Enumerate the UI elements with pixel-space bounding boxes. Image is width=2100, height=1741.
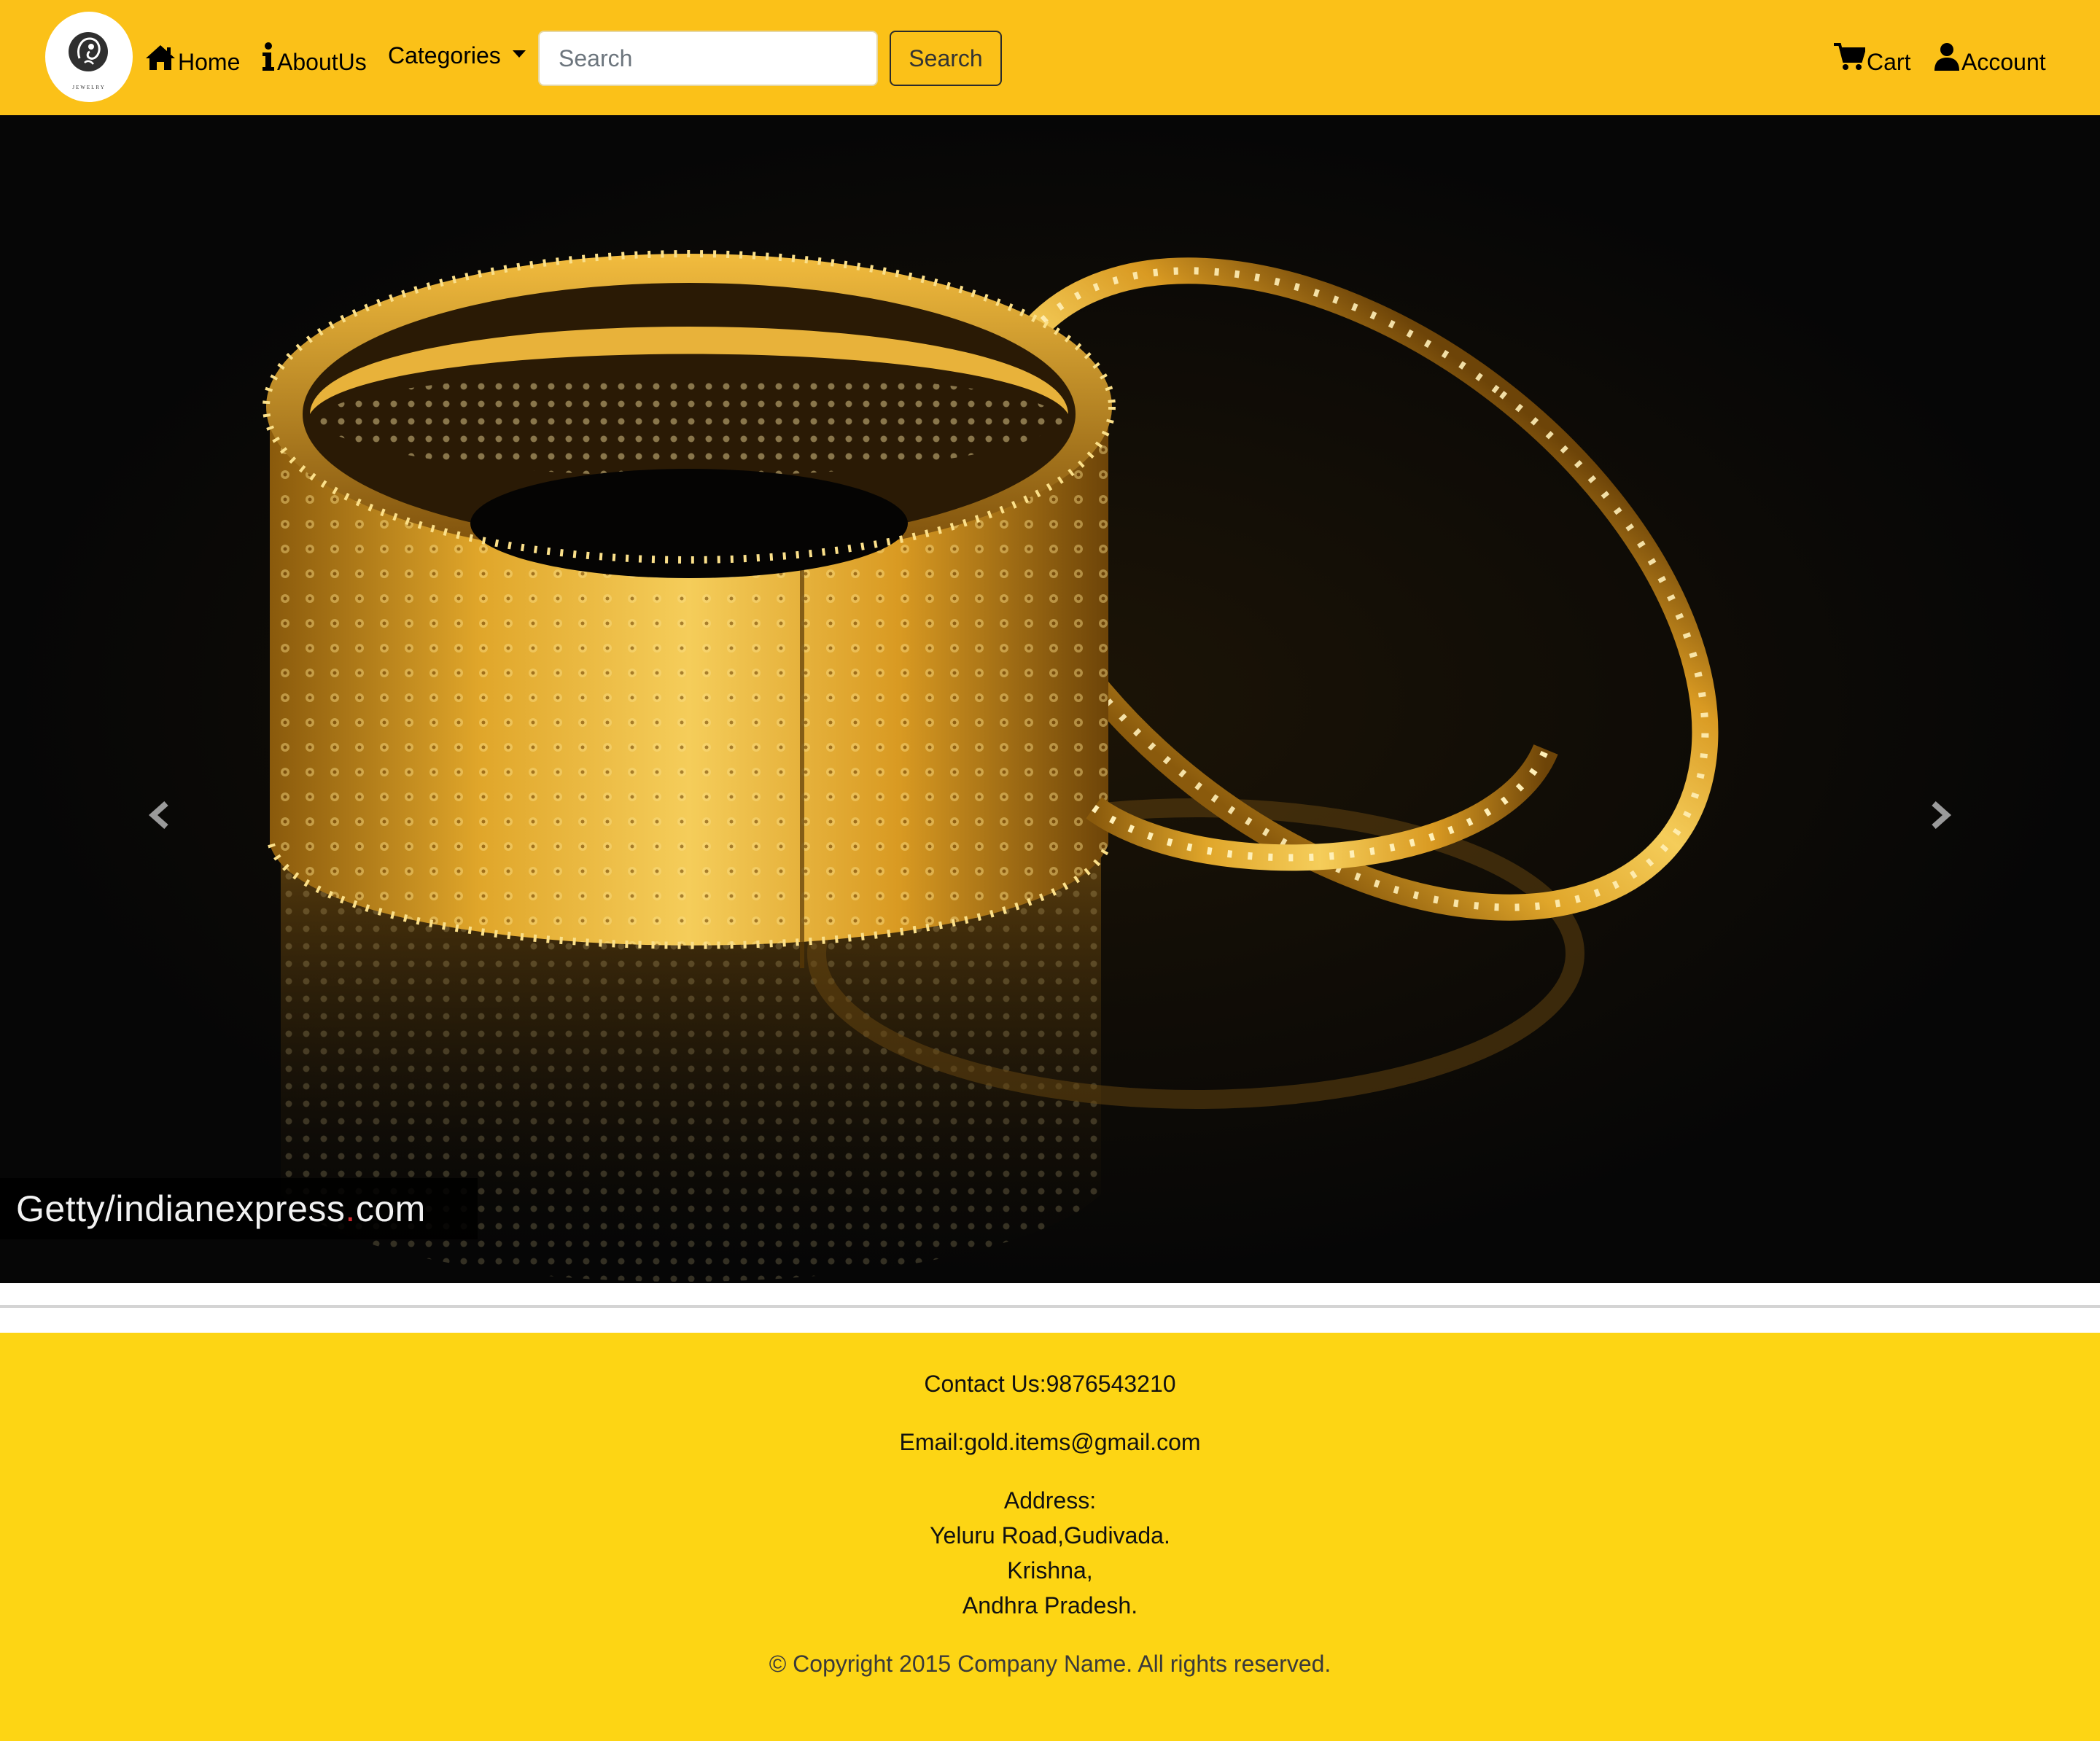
cart-icon <box>1834 43 1865 70</box>
brand-logo[interactable]: JEWELRY <box>45 12 133 102</box>
footer-address-heading: Address: <box>1003 1487 1097 1514</box>
carousel-next-button[interactable] <box>1921 786 1964 844</box>
nav-about-link[interactable]: AboutUs <box>261 41 367 76</box>
section-divider <box>0 1305 2100 1308</box>
logo-wordmark: JEWELRY <box>72 85 106 90</box>
chevron-left-icon <box>148 801 168 829</box>
credit-prefix: Getty/indianexpress <box>16 1188 346 1229</box>
carousel-prev-button[interactable] <box>136 786 179 844</box>
jewelry-logo-icon <box>69 32 108 71</box>
footer-address-line: Krishna, <box>1007 1557 1093 1584</box>
user-icon <box>1934 43 1959 71</box>
categories-label: Categories <box>388 42 501 69</box>
search-button[interactable]: Search <box>890 31 1002 86</box>
caret-down-icon <box>512 50 526 58</box>
nav-cart-label: Cart <box>1867 49 1911 75</box>
credit-suffix: com <box>355 1188 426 1229</box>
gold-bangles-photo <box>0 115 2100 1283</box>
home-icon <box>146 45 175 70</box>
credit-dot: . <box>345 1188 356 1229</box>
footer-copyright: © Copyright 2015 Company Name. All right… <box>769 1651 1331 1677</box>
image-credit: Getty/indianexpress.com <box>0 1178 478 1239</box>
nav-home-link[interactable]: Home <box>144 41 240 76</box>
categories-dropdown[interactable]: Categories <box>388 39 526 71</box>
footer-email: Email:gold.items@gmail.com <box>899 1429 1201 1455</box>
footer-contact: Contact Us:9876543210 <box>924 1371 1176 1397</box>
top-navbar: JEWELRY Home AboutUs Categories Search C… <box>0 0 2100 115</box>
site-footer: Contact Us:9876543210 Email:gold.items@g… <box>0 1333 2100 1741</box>
footer-address-line: Yeluru Road,Gudivada. <box>930 1522 1170 1549</box>
chevron-right-icon <box>1932 801 1952 829</box>
info-icon <box>262 42 274 71</box>
nav-cart-link[interactable]: Cart <box>1833 41 1910 76</box>
nav-account-link[interactable]: Account <box>1934 41 2046 76</box>
nav-about-label: AboutUs <box>277 49 367 75</box>
nav-account-label: Account <box>1961 49 2046 75</box>
nav-home-label: Home <box>178 49 241 75</box>
footer-address-line: Andhra Pradesh. <box>962 1592 1138 1619</box>
hero-carousel <box>0 115 2100 1283</box>
search-input[interactable] <box>538 31 878 86</box>
